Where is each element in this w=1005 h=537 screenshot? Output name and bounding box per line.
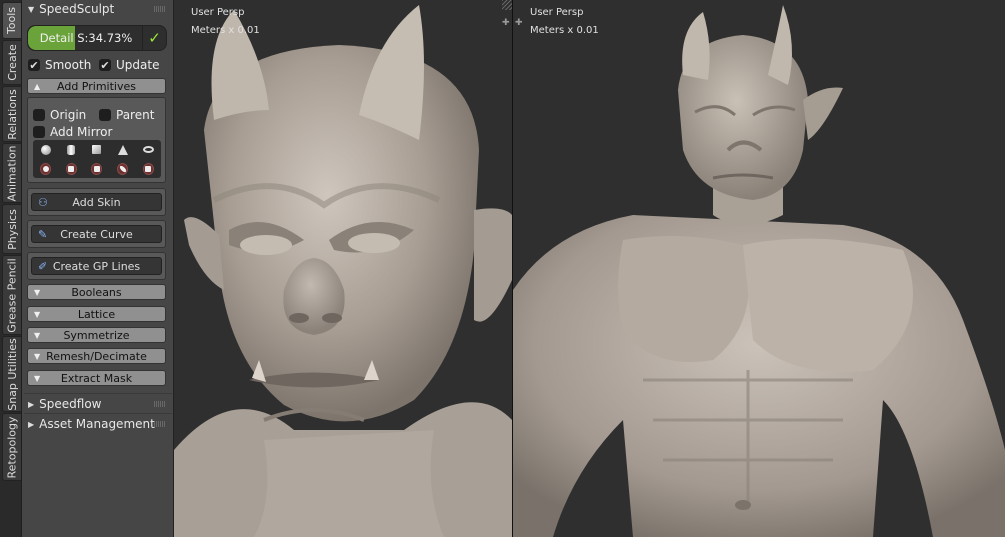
- add-sphere-button[interactable]: [40, 144, 51, 155]
- tool-shelf-tabs: Tools Create Relations Animation Physics…: [0, 0, 22, 537]
- create-gp-lines-box: ✐ Create GP Lines: [27, 252, 166, 280]
- divider: [24, 413, 172, 414]
- viewport-right[interactable]: User Persp Meters x 0.01 ✚: [513, 0, 1005, 537]
- add-cube-boolean-button[interactable]: [91, 162, 103, 175]
- asset-management-header[interactable]: ▶ Asset Management: [22, 415, 174, 433]
- add-sphere-boolean-button[interactable]: [40, 162, 52, 175]
- collapse-arrow-icon: ▼: [28, 4, 35, 14]
- checkbox-smooth-box: ✔: [28, 58, 40, 72]
- units-label: Meters x 0.01: [530, 25, 599, 36]
- update-checkbox[interactable]: ✔ Update: [99, 58, 159, 72]
- tab-physics[interactable]: Physics: [2, 204, 21, 254]
- sphere-icon: [40, 144, 51, 155]
- add-cone-button[interactable]: [117, 144, 128, 155]
- detail-size-slider[interactable]: Detail S:34.73% ✓: [27, 25, 167, 51]
- speedsculpt-panel: ▼ SpeedSculpt Detail S:34.73% ✓ ✔ Smooth …: [22, 0, 174, 537]
- create-gp-lines-button[interactable]: ✐ Create GP Lines: [31, 257, 162, 275]
- checkbox-update-box: ✔: [99, 58, 111, 72]
- expand-down-icon: ▼: [34, 288, 41, 297]
- panel-title: SpeedSculpt: [39, 2, 115, 16]
- smooth-checkbox[interactable]: ✔ Smooth: [28, 58, 91, 72]
- view-mode-label: User Persp: [191, 7, 245, 18]
- units-label: Meters x 0.01: [191, 25, 260, 36]
- cone-icon: [117, 144, 128, 155]
- add-torus-button[interactable]: [142, 144, 154, 155]
- detail-label: Detail: [39, 31, 74, 45]
- expand-down-icon: ▼: [34, 331, 41, 340]
- add-capsule-boolean-button[interactable]: [117, 162, 129, 175]
- viewport-left[interactable]: User Persp Meters x 0.01 ✚: [174, 0, 512, 537]
- speedsculpt-header[interactable]: ▼ SpeedSculpt: [22, 0, 174, 18]
- remesh-decimate-toggle[interactable]: ▼ Remesh/Decimate: [27, 348, 166, 364]
- detail-value: S:34.73%: [77, 31, 133, 45]
- extract-mask-toggle[interactable]: ▼ Extract Mask: [27, 370, 166, 386]
- view-mode-label: User Persp: [530, 7, 584, 18]
- add-cylinder-button[interactable]: [66, 144, 77, 155]
- checkmark-icon: ✓: [148, 29, 161, 47]
- add-plane-boolean-button[interactable]: [142, 162, 154, 175]
- tab-create[interactable]: Create: [2, 40, 21, 85]
- skin-icon: ⚇: [38, 196, 48, 209]
- cylinder-boolean-icon: [65, 162, 77, 175]
- lattice-toggle[interactable]: ▼ Lattice: [27, 306, 166, 322]
- add-cube-button[interactable]: [91, 144, 102, 155]
- add-primitives-toggle[interactable]: ▲ Add Primitives: [27, 78, 166, 94]
- tab-relations[interactable]: Relations: [2, 86, 21, 142]
- sculpt-full-torso: [513, 5, 1005, 537]
- viewport-split-handle[interactable]: [502, 0, 512, 10]
- expand-up-icon: ▲: [34, 82, 41, 91]
- tab-tools[interactable]: Tools: [2, 2, 21, 39]
- primitives-grid: [33, 140, 161, 178]
- plane-boolean-icon: [142, 162, 154, 175]
- add-skin-button[interactable]: ⚇ Add Skin: [31, 193, 162, 211]
- add-cylinder-boolean-button[interactable]: [65, 162, 77, 175]
- add-region-icon[interactable]: ✚: [515, 18, 523, 28]
- tab-snap-utilities[interactable]: Snap Utilities: [2, 336, 21, 412]
- origin-checkbox[interactable]: Origin: [33, 108, 86, 122]
- torus-icon: [142, 146, 154, 153]
- drag-grip-icon[interactable]: [154, 6, 166, 12]
- speedflow-header[interactable]: ▶ Speedflow: [22, 395, 174, 413]
- capsule-boolean-icon: [117, 162, 129, 175]
- booleans-toggle[interactable]: ▼ Booleans: [27, 284, 166, 300]
- add-region-icon[interactable]: ✚: [502, 18, 510, 28]
- sphere-boolean-icon: [40, 162, 52, 175]
- create-curve-box: ✎ Create Curve: [27, 220, 166, 248]
- cube-icon: [92, 145, 102, 154]
- add-mirror-checkbox[interactable]: Add Mirror: [33, 125, 112, 139]
- apply-detail-button[interactable]: ✓: [142, 26, 166, 50]
- expand-down-icon: ▼: [34, 374, 41, 383]
- divider: [24, 393, 172, 394]
- cube-boolean-icon: [91, 162, 103, 175]
- drag-grip-icon[interactable]: [154, 421, 166, 427]
- tab-grease-pencil[interactable]: Grease Pencil: [2, 255, 21, 335]
- tab-animation[interactable]: Animation: [2, 143, 21, 203]
- expand-right-icon: ▶: [28, 419, 35, 429]
- grease-pencil-icon: ✐: [38, 260, 48, 273]
- pen-icon: ✎: [38, 228, 48, 241]
- expand-down-icon: ▼: [34, 352, 41, 361]
- parent-checkbox[interactable]: Parent: [99, 108, 154, 122]
- drag-grip-icon[interactable]: [154, 401, 166, 407]
- add-skin-box: ⚇ Add Skin: [27, 188, 166, 216]
- symmetrize-toggle[interactable]: ▼ Symmetrize: [27, 327, 166, 343]
- sculpt-head-closeup: [174, 5, 512, 537]
- expand-right-icon: ▶: [28, 399, 35, 409]
- create-curve-button[interactable]: ✎ Create Curve: [31, 225, 162, 243]
- expand-down-icon: ▼: [34, 310, 41, 319]
- tab-retopology[interactable]: Retopology: [2, 413, 21, 481]
- add-primitives-box: Origin Parent Add Mirror: [27, 97, 166, 183]
- cylinder-icon: [67, 144, 76, 155]
